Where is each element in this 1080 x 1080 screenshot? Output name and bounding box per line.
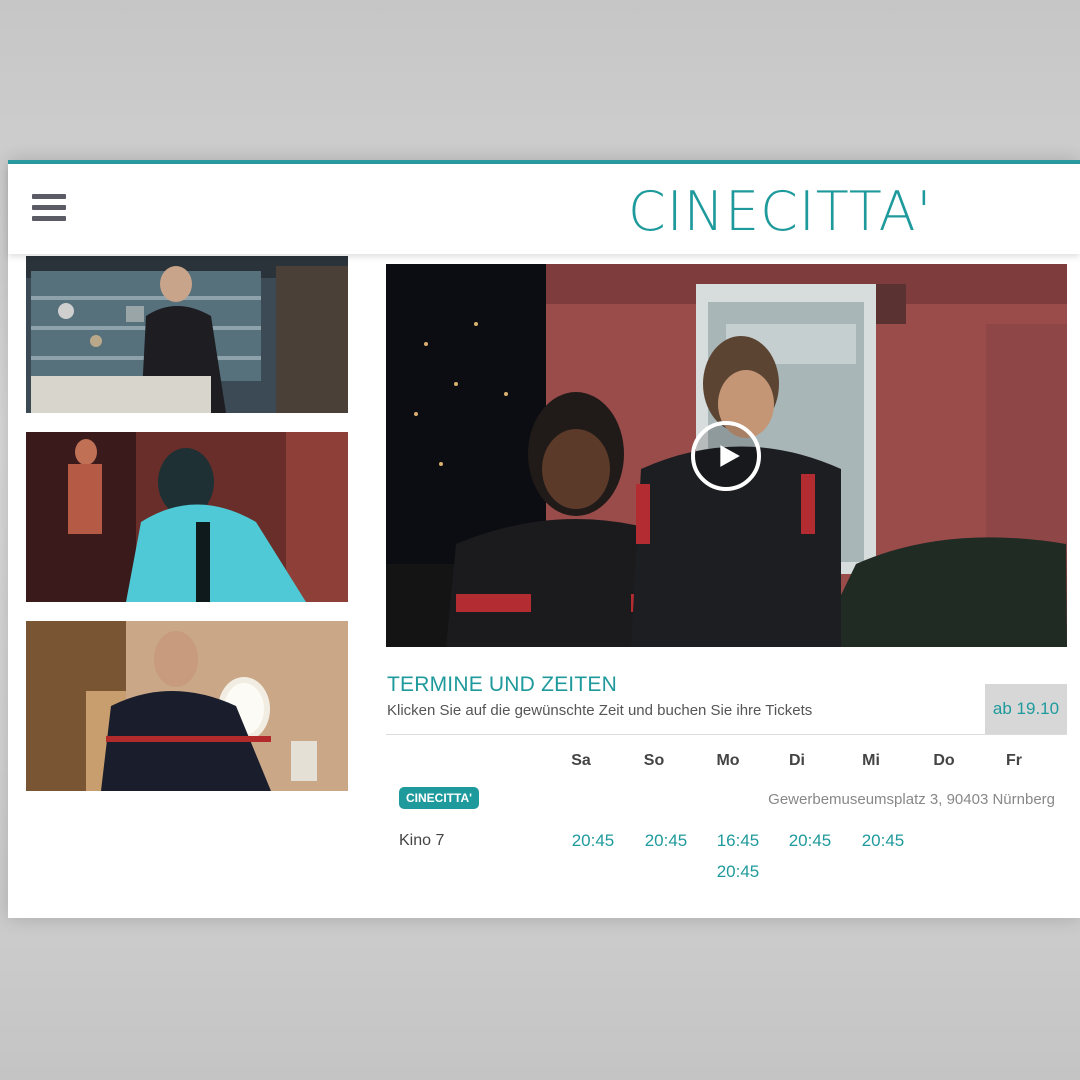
trailer-video[interactable] xyxy=(386,264,1067,647)
cinema-badge[interactable]: CINECITTA' xyxy=(399,787,479,809)
site-header: CINECITTA' xyxy=(8,164,1080,254)
day-header-mi: Mi xyxy=(862,752,880,769)
divider xyxy=(386,734,1067,735)
schedule-title: TERMINE UND ZEITEN xyxy=(387,673,617,696)
showtime-mo-1[interactable]: 16:45 xyxy=(708,831,768,851)
showtime-mo-2[interactable]: 20:45 xyxy=(708,862,768,882)
cinecitta-logo[interactable]: CINECITTA' xyxy=(628,180,932,243)
date-filter-button[interactable]: ab 19.10 xyxy=(985,684,1067,734)
cinema-address: Gewerbemuseumsplatz 3, 90403 Nürnberg xyxy=(768,791,1055,808)
day-header-sa: Sa xyxy=(571,752,591,769)
showtime-mi-1[interactable]: 20:45 xyxy=(853,831,913,851)
day-header-do: Do xyxy=(933,752,955,769)
showtime-so-1[interactable]: 20:45 xyxy=(636,831,696,851)
showtime-di-1[interactable]: 20:45 xyxy=(780,831,840,851)
film-still-thumbnail-2[interactable] xyxy=(26,432,348,602)
showtime-sa-1[interactable]: 20:45 xyxy=(563,831,623,851)
day-header-mo: Mo xyxy=(716,752,740,769)
browser-frame: CINECITTA' TERMINE UND ZEITEN Klicken Si… xyxy=(8,160,1080,918)
hall-label: Kino 7 xyxy=(399,832,445,849)
day-header-so: So xyxy=(643,752,665,769)
schedule-subtitle: Klicken Sie auf die gewünschte Zeit und … xyxy=(387,702,813,719)
hamburger-menu-icon[interactable] xyxy=(32,194,66,222)
film-still-thumbnail-1[interactable] xyxy=(26,256,348,413)
film-still-thumbnail-3[interactable] xyxy=(26,621,348,791)
play-icon[interactable] xyxy=(691,421,761,491)
day-header-fr: Fr xyxy=(1006,752,1022,769)
day-header-di: Di xyxy=(789,752,805,769)
